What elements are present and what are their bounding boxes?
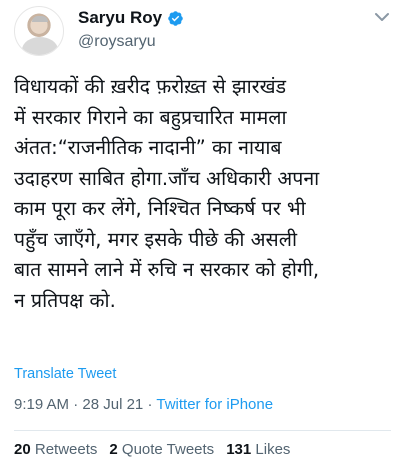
tweet-source-link[interactable]: Twitter for iPhone — [156, 396, 273, 413]
tweet-time[interactable]: 9:19 AM — [14, 396, 69, 413]
tweet-text-line: बात सामने लाने में रुचि न सरकार को होगी, — [14, 258, 320, 281]
likes-count: 131 — [226, 441, 252, 458]
quote-tweets-stat[interactable]: 2 Quote Tweets — [109, 441, 214, 458]
tweet-date[interactable]: 28 Jul 21 — [82, 396, 143, 413]
likes-label: Likes — [255, 441, 291, 458]
likes-stat[interactable]: 131 Likes — [226, 441, 290, 458]
tweet-text-line: न प्रतिपक्ष को. — [14, 288, 116, 312]
avatar[interactable] — [14, 6, 64, 56]
meta-separator: · — [147, 396, 153, 413]
tweet-header: Saryu Roy @roysaryu — [0, 0, 405, 64]
avatar-shirt — [22, 37, 58, 55]
tweet-text-line: पहुँच जाएँगे, मगर इसके पीछे की असली — [14, 227, 298, 251]
verified-badge-icon — [168, 10, 183, 26]
translate-tweet-link[interactable]: Translate Tweet — [14, 366, 116, 382]
quote-tweets-count: 2 — [109, 441, 118, 458]
tweet-text-line: उदाहरण साबित होगा.जाँच अधिकारी अपना — [14, 166, 320, 190]
retweets-stat[interactable]: 20 Retweets — [14, 441, 97, 458]
retweets-count: 20 — [14, 441, 31, 458]
tweet-text-line: विधायकों की ख़रीद फ़रोख़्त से झारखंड — [14, 75, 287, 98]
divider — [14, 430, 391, 431]
avatar-hair — [32, 16, 48, 22]
tweet-text-line: काम पूरा कर लेंगे, निश्चित निष्कर्ष पर भ… — [14, 197, 306, 220]
tweet-text-line: अंतत:“राजनीतिक नादानी” का नायाब — [14, 136, 282, 159]
author-name[interactable]: Saryu Roy — [78, 8, 162, 28]
retweets-label: Retweets — [34, 441, 98, 458]
tweet-text-line: में सरकार गिराने का बहुप्रचारित मामला — [14, 105, 287, 129]
quote-tweets-label: Quote Tweets — [121, 441, 215, 458]
author-handle[interactable]: @roysaryu — [78, 33, 156, 51]
tweet-meta: 9:19 AM · 28 Jul 21 · Twitter for iPhone — [14, 396, 273, 413]
tweet-stats: 20 Retweets 2 Quote Tweets 131 Likes — [14, 441, 290, 458]
tweet-text: विधायकों की ख़रीद फ़रोख़्त से झारखंड में… — [14, 72, 394, 316]
author-name-row[interactable]: Saryu Roy — [78, 8, 184, 28]
chevron-down-icon[interactable] — [373, 10, 391, 24]
meta-separator: · — [73, 396, 79, 413]
